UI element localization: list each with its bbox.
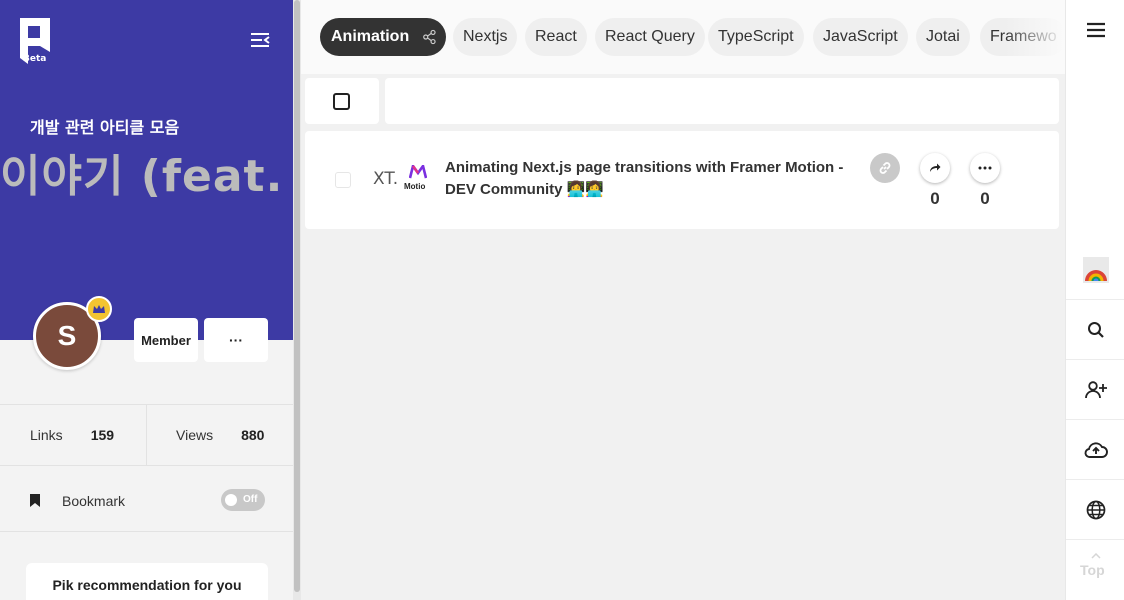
more-dots-icon [978,166,992,170]
recommendation-title: Pik recommendation for you [52,577,242,593]
scroll-top-button[interactable]: Top [1066,545,1124,600]
stats-divider [146,405,147,465]
add-user-icon [1084,380,1107,398]
profile-banner: Beta 개발 관련 아티클 모음 이야기 (feat. Sv [0,0,293,340]
chrome-extension-button[interactable] [1066,240,1124,300]
stat-links: Links 159 [30,405,114,465]
tab-nextjs[interactable]: Nextjs [453,18,518,56]
stat-label: Links [30,427,63,443]
list-toolbar [385,78,1059,124]
tab-label: Nextjs [463,28,508,45]
share-count: 0 [930,189,940,208]
bookmark-label: Bookmark [62,493,126,509]
language-button[interactable] [1066,480,1124,540]
sidebar-scrollbar-thumb[interactable] [294,0,300,592]
search-icon [1087,321,1104,338]
more-options-button[interactable]: ··· [204,318,268,362]
tab-label: Framewo [990,28,1057,45]
share-arrow-icon [930,163,941,172]
upload-button[interactable] [1066,420,1124,480]
add-user-button[interactable] [1066,360,1124,420]
share-tab-icon[interactable] [423,29,436,45]
stat-label: Views [176,427,214,443]
member-button[interactable]: Member [134,318,198,362]
menu-button[interactable] [1066,0,1124,60]
stat-value: 880 [241,427,265,443]
copy-link-button[interactable] [870,153,900,183]
bookmark-icon [30,494,40,507]
tab-label: Jotai [926,28,960,45]
tab-label: JavaScript [823,28,898,45]
list-header [305,78,1059,124]
tab-react[interactable]: React [525,18,587,56]
tab-typescript[interactable]: TypeScript [708,18,804,56]
stat-views: Views 880 [176,405,264,465]
tab-label: TypeScript [718,28,794,45]
tab-label: React Query [605,28,695,45]
bookmark-toggle[interactable]: Off [221,489,265,511]
right-rail: Top [1065,0,1124,600]
tab-jotai[interactable]: Jotai [916,18,970,56]
collapse-sidebar-icon[interactable] [249,30,271,50]
recommendation-card[interactable]: Pik recommendation for you [26,563,268,600]
item-checkbox[interactable] [335,172,351,188]
avatar-initial: S [57,320,77,351]
chevron-up-icon [1091,553,1101,559]
banner-subtitle: 개발 관련 아티클 모음 [30,118,180,137]
tab-label: Animation [331,28,410,45]
select-all-cell [305,78,379,124]
share-button[interactable] [920,153,950,183]
framer-motion-logo-icon [409,165,427,179]
banner-marquee-text: 이야기 (feat. Sv [0,151,293,202]
item-thumbnail: XT. Motio [371,163,429,193]
toggle-knob [225,494,237,506]
tab-react-query[interactable]: React Query [595,18,705,56]
toggle-state: Off [243,494,258,505]
tab-animation[interactable]: Animation [320,18,446,56]
comment-button[interactable] [970,153,1000,183]
tab-label: React [535,28,577,45]
search-button[interactable] [1066,300,1124,360]
beta-badge: Beta [23,54,47,64]
link-icon [879,162,891,174]
sidebar: Beta 개발 관련 아티클 모음 이야기 (feat. Sv S Member… [0,0,293,600]
thumbnail-text-right: Motio [404,182,426,191]
category-tabs: Animation Nextjs React React Query TypeS… [301,0,1065,74]
chrome-icon [1082,256,1109,283]
scroll-top-label: Top [1080,562,1105,578]
cloud-upload-icon [1084,442,1108,458]
list-item[interactable]: XT. Motio Animating Next.js page transit… [305,131,1059,229]
stat-value: 159 [90,427,115,443]
hamburger-icon [1086,22,1105,38]
tab-javascript[interactable]: JavaScript [813,18,908,56]
tab-framework[interactable]: Framewo [980,18,1065,56]
stats-row: Links 159 Views 880 [0,404,293,466]
comment-count: 0 [980,189,990,208]
globe-icon [1086,500,1105,519]
crown-icon [86,296,112,322]
thumbnail-text-left: XT. [373,169,399,189]
item-title[interactable]: Animating Next.js page transitions with … [445,157,845,201]
select-all-checkbox[interactable] [333,93,350,110]
